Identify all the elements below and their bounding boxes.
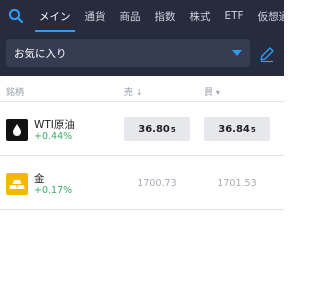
chevron-down-icon	[232, 50, 242, 56]
column-header-buy-label: 買	[204, 88, 214, 98]
oil-drop-icon	[6, 119, 28, 141]
column-header-buy[interactable]: 買 ▾	[204, 85, 220, 98]
top-nav-bar: メイン 通貨 商品 指数 株式 ETF 仮想通貨	[0, 0, 284, 32]
column-header-sell-label: 売	[124, 88, 134, 98]
sell-price-pip: 5	[170, 126, 176, 134]
category-tabs: メイン 通貨 商品 指数 株式 ETF 仮想通貨	[32, 0, 284, 32]
tab-indices[interactable]: 指数	[148, 0, 183, 32]
table-row[interactable]: 金 +0.17% 1700.73 1701.53	[0, 156, 284, 210]
tab-main[interactable]: メイン	[32, 0, 78, 32]
sell-price[interactable]: 1700.73	[124, 171, 190, 195]
tab-commodities[interactable]: 商品	[113, 0, 148, 32]
change-percent: +0.44%	[34, 131, 73, 142]
buy-button[interactable]: 36.84 5	[204, 117, 270, 141]
tab-currency[interactable]: 通貨	[78, 0, 113, 32]
filter-bar: お気に入り	[0, 32, 284, 76]
sell-price: 36.80	[138, 123, 170, 135]
sort-arrow-icon: ↓	[135, 88, 143, 97]
column-header-name: 銘柄	[6, 88, 25, 98]
column-header-sell[interactable]: 売 ↓	[124, 85, 143, 98]
search-icon[interactable]	[0, 0, 32, 32]
tab-etf[interactable]: ETF	[218, 0, 251, 32]
table-row[interactable]: WTI原油 +0.44% 36.80 5 36.84 5	[0, 102, 284, 156]
table-header: 銘柄 売 ↓ 買 ▾	[0, 76, 284, 102]
tab-crypto[interactable]: 仮想通貨	[251, 0, 284, 32]
change-percent: +0.17%	[34, 185, 73, 196]
sell-button[interactable]: 36.80 5	[124, 117, 190, 141]
watchlist-dropdown[interactable]: お気に入り	[6, 39, 250, 67]
edit-pencil-icon[interactable]	[258, 45, 276, 63]
instrument-name: 金	[34, 173, 45, 185]
gold-bars-icon	[6, 173, 28, 195]
sort-arrow-icon: ▾	[215, 88, 220, 97]
tab-stocks[interactable]: 株式	[183, 0, 218, 32]
instrument-name: WTI原油	[34, 119, 75, 131]
buy-price[interactable]: 1701.53	[204, 171, 270, 195]
buy-price-pip: 5	[250, 126, 256, 134]
watchlist-dropdown-value: お気に入り	[14, 47, 67, 60]
buy-price: 36.84	[218, 123, 250, 135]
